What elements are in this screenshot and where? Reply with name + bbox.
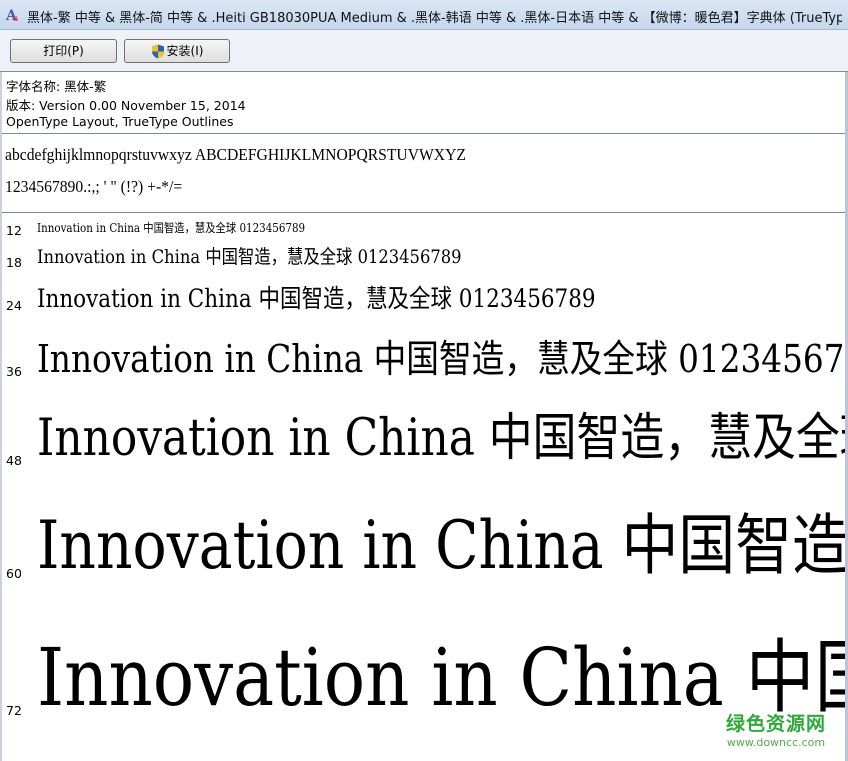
toolbar: 打印(P) 安装(I) [0, 30, 848, 72]
font-viewer-icon: A a [5, 8, 19, 23]
sample-text: Innovation in China 中国智造，慧及全球 0123456789 [37, 284, 596, 313]
window-left-border [0, 72, 2, 761]
charset-digits: 1234567890.:,; ' " (!?) +-*/= [5, 177, 183, 196]
sample-text: Innovation in China 中国智造，慧及全球 0123456789 [37, 631, 848, 724]
watermark-title: 绿色资源网 [725, 713, 826, 735]
install-button[interactable]: 安装(I) [124, 39, 230, 63]
sample-text: Innovation in China 中国智造，慧及全球 0123456789 [37, 409, 848, 468]
window-title: 黑体-繁 中等 & 黑体-简 中等 & .Heiti GB18030PUA Me… [27, 11, 842, 26]
size-label: 60 [6, 566, 22, 581]
install-button-label: 安装(I) [166, 44, 204, 58]
font-info-panel: 字体名称: 黑体-繁 版本: Version 0.00 November 15,… [0, 72, 848, 134]
sample-text: Innovation in China 中国智造，慧及全球 0123456789 [37, 246, 462, 268]
size-label: 24 [6, 298, 22, 313]
sample-text: Innovation in China 中国智造，慧及全球 0123456789 [37, 337, 848, 381]
svg-text:a: a [13, 14, 19, 23]
watermark-url: www.downcc.com [726, 736, 826, 749]
font-outline-line: OpenType Layout, TrueType Outlines [6, 114, 234, 129]
font-version-line: 版本: Version 0.00 November 15, 2014 [6, 98, 246, 113]
sample-preview-area: 12 Innovation in China 中国智造，慧及全球 0123456… [0, 213, 848, 761]
size-label: 36 [6, 364, 22, 379]
print-button-label: 打印(P) [43, 44, 84, 58]
size-label: 12 [6, 223, 22, 238]
size-label: 18 [6, 255, 22, 270]
size-label: 48 [6, 453, 22, 468]
uac-shield-icon [151, 44, 164, 59]
title-bar: A a 黑体-繁 中等 & 黑体-简 中等 & .Heiti GB18030PU… [0, 0, 848, 30]
font-name-line: 字体名称: 黑体-繁 [6, 79, 107, 94]
sample-text: Innovation in China 中国智造，慧及全球 0123456789 [37, 507, 848, 584]
character-set-panel: abcdefghijklmnopqrstuvwxyz ABCDEFGHIJKLM… [0, 134, 848, 213]
charset-letters: abcdefghijklmnopqrstuvwxyz ABCDEFGHIJKLM… [5, 145, 466, 164]
size-label: 72 [6, 703, 22, 718]
watermark: 绿色资源网 www.downcc.com [726, 709, 826, 749]
print-button[interactable]: 打印(P) [10, 39, 117, 63]
sample-text: Innovation in China 中国智造，慧及全球 0123456789 [37, 221, 306, 235]
